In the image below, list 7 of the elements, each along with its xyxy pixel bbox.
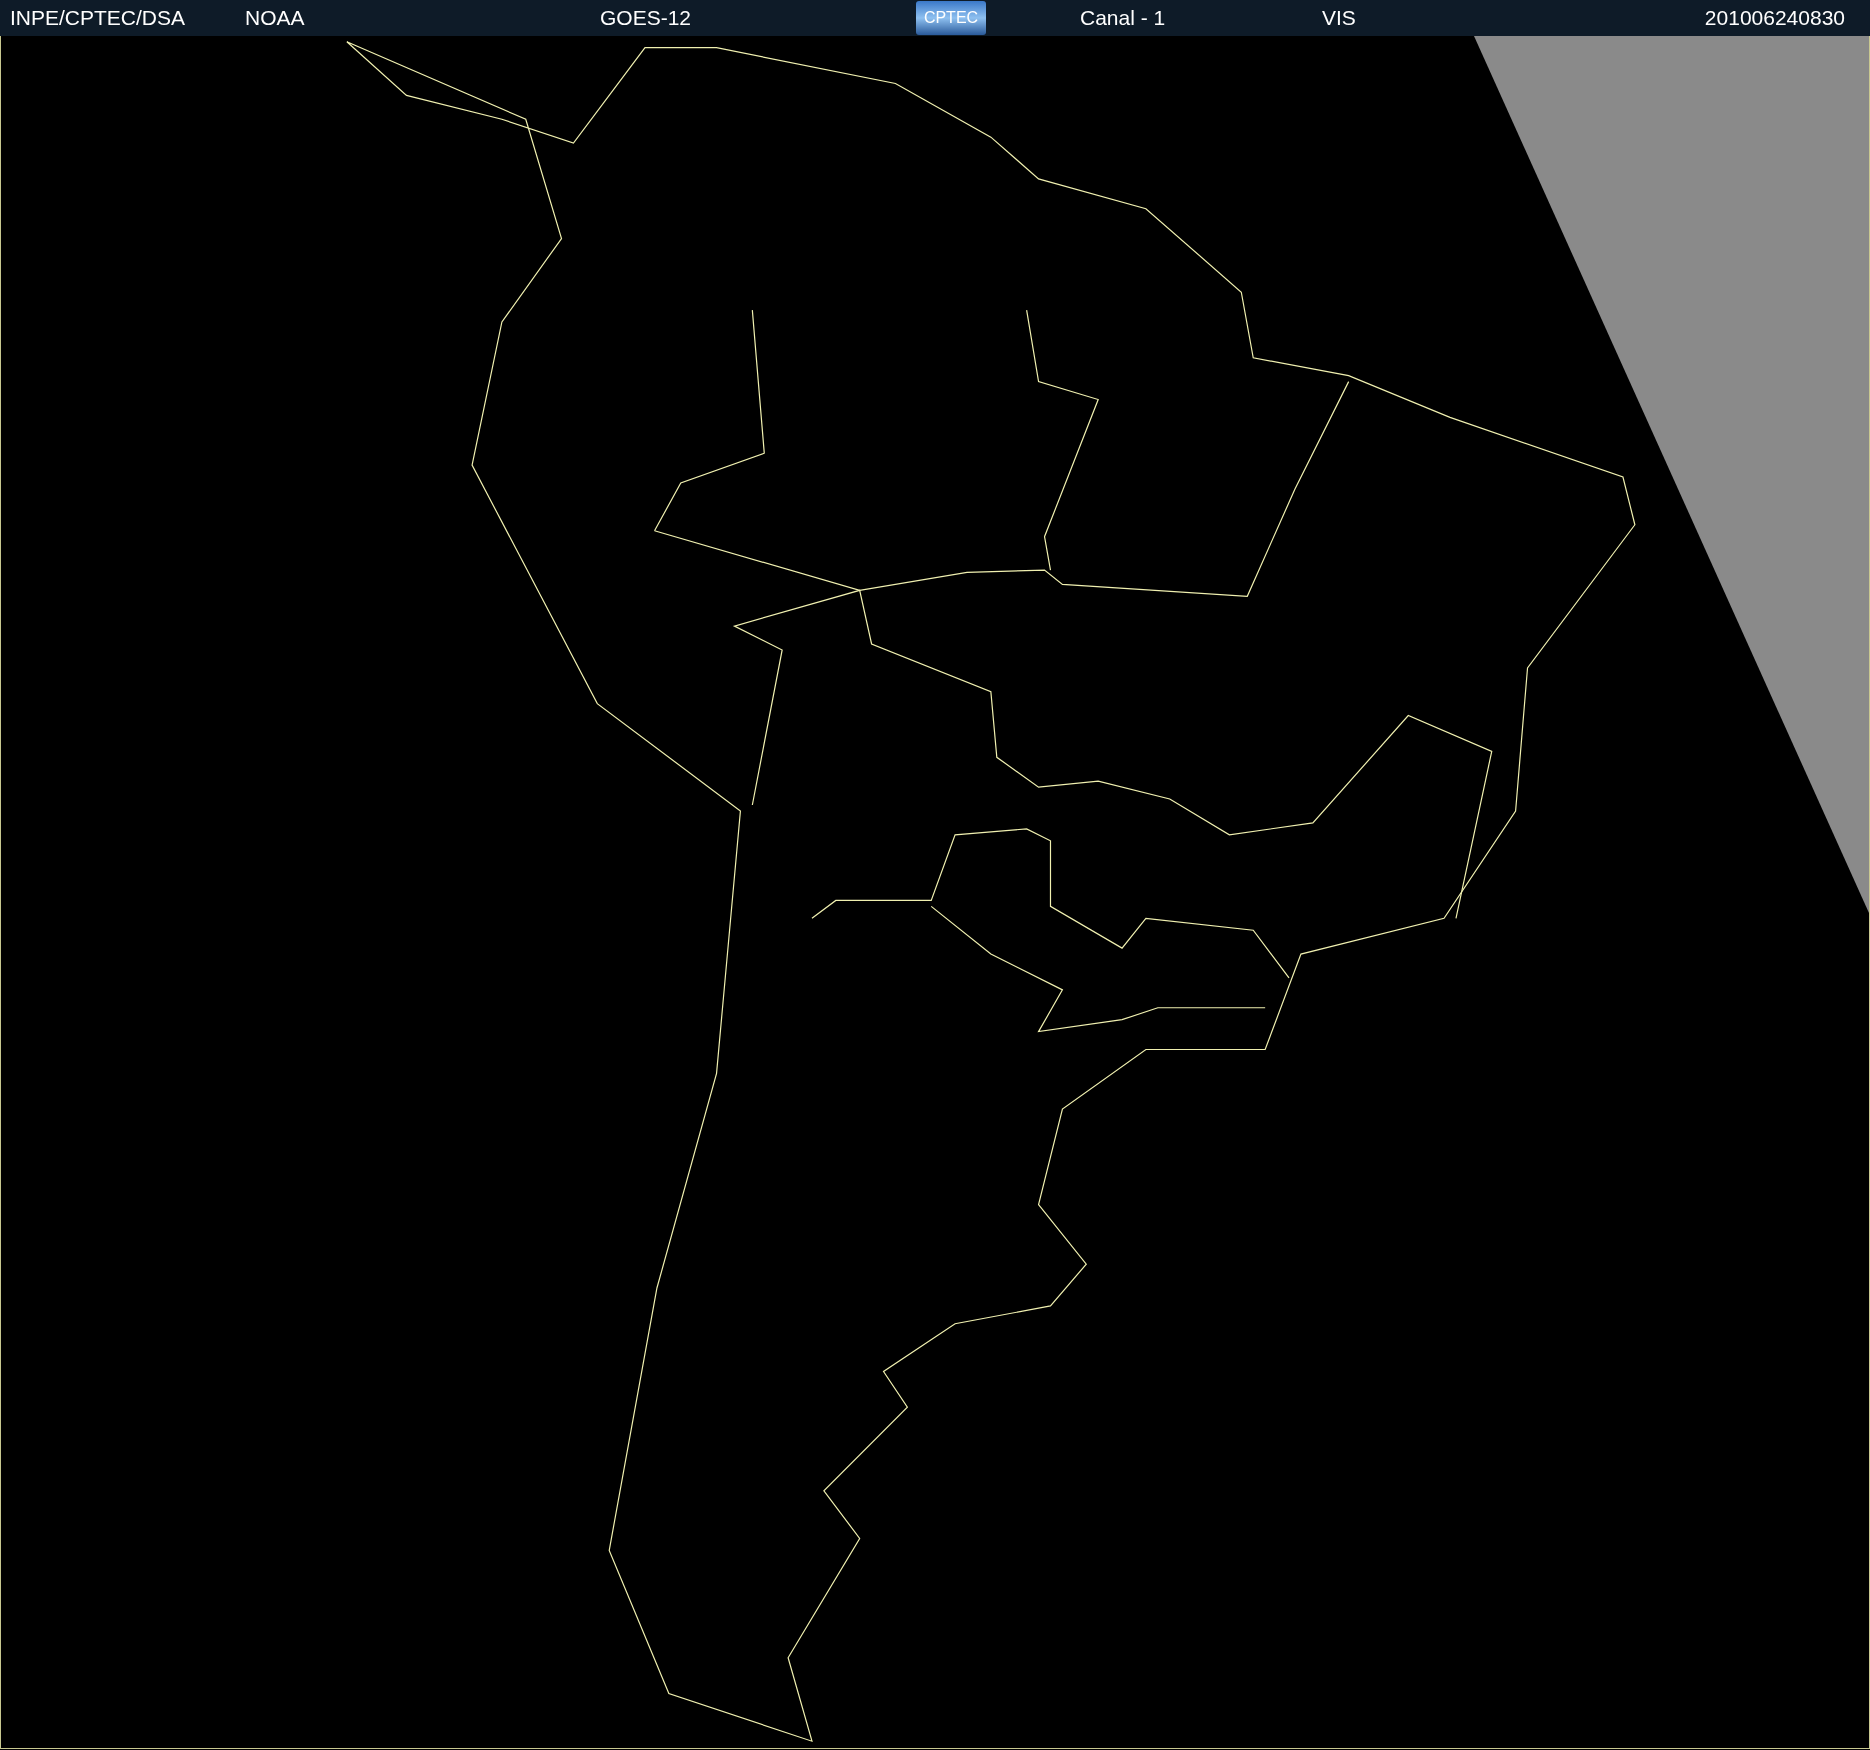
band-label: VIS [1322, 6, 1357, 30]
logo-badge: CPTEC [916, 1, 986, 35]
timestamp-label: 201006240830 [1704, 6, 1845, 30]
channel-label: Canal - 1 [1080, 6, 1167, 30]
agency-label: NOAA [245, 6, 306, 30]
source-label: INPE/CPTEC/DSA [10, 6, 187, 30]
satellite-label: GOES-12 [600, 6, 693, 30]
